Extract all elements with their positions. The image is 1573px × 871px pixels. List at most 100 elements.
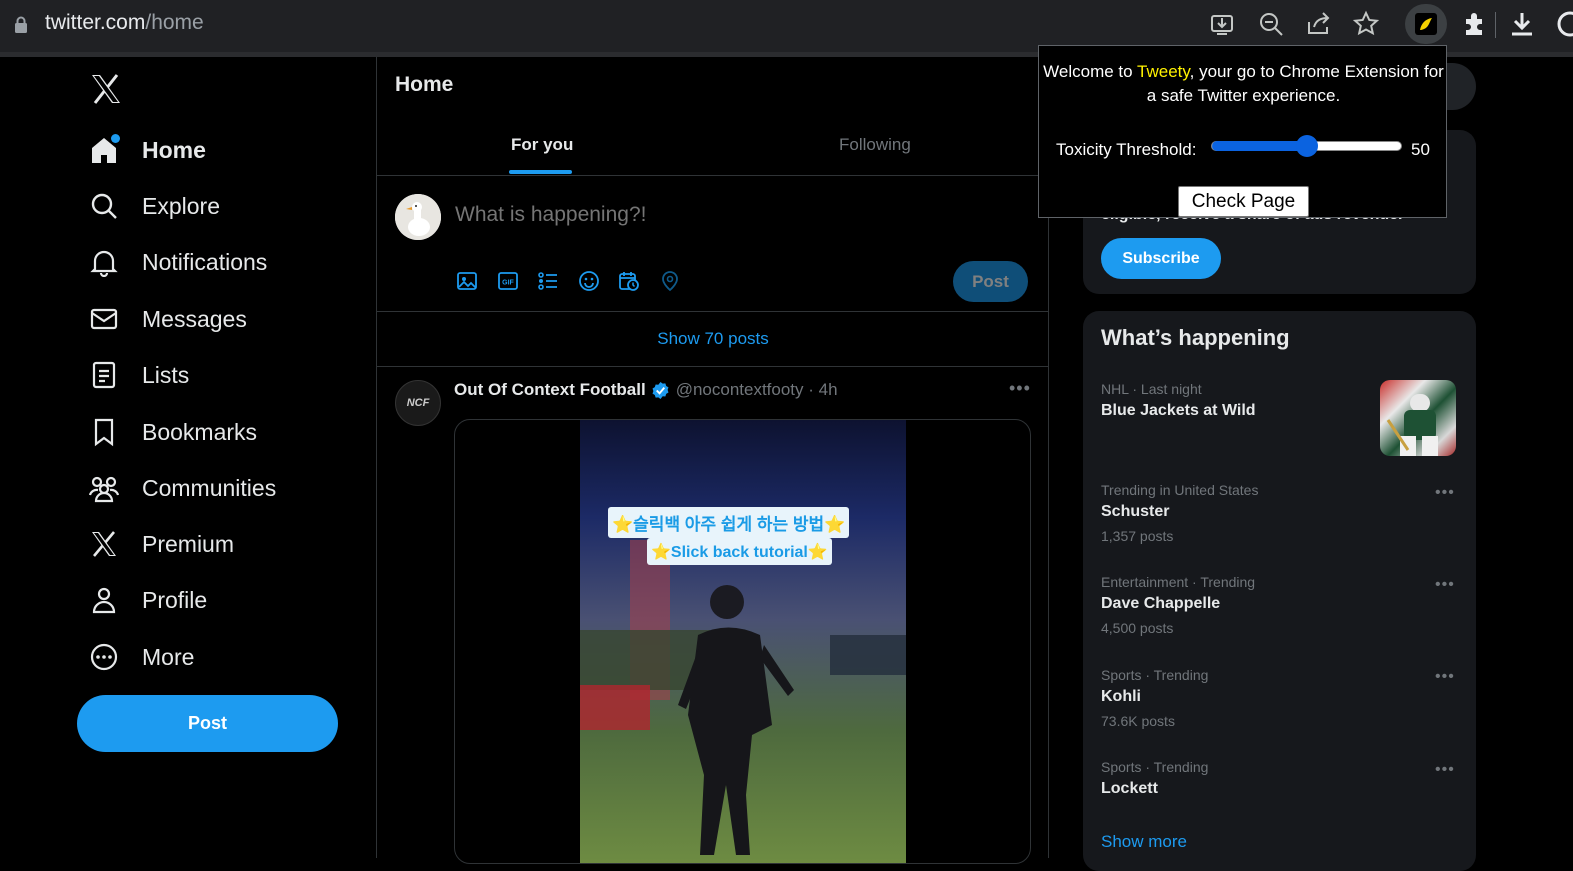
nav-label: Bookmarks [142, 418, 258, 445]
trend-meta: Sports · Trending [1101, 667, 1209, 683]
share-icon[interactable] [1305, 10, 1333, 38]
slider-thumb[interactable] [1295, 135, 1318, 157]
gif-icon[interactable]: GIF [497, 270, 519, 292]
bookmark-star-icon[interactable] [1352, 10, 1380, 38]
nav-label: Profile [142, 586, 208, 613]
welcome-text: Welcome to [1043, 62, 1138, 81]
tweety-extension-button[interactable] [1405, 4, 1447, 44]
bookmark-icon [88, 416, 120, 448]
trend-more-icon[interactable]: ••• [1435, 668, 1455, 686]
divider [377, 366, 1049, 367]
video-caption-korean: ⭐슬릭백 아주 쉽게 하는 방법⭐ [608, 507, 850, 538]
nav-messages[interactable]: Messages [88, 299, 247, 339]
trend-meta: Entertainment · Trending [1101, 574, 1256, 590]
tweet-avatar[interactable]: NCF [395, 380, 441, 426]
nav-notifications[interactable]: Notifications [88, 242, 267, 282]
media-icon[interactable] [456, 270, 478, 292]
nav-label: Notifications [142, 248, 268, 275]
nav-bookmarks[interactable]: Bookmarks [88, 412, 257, 452]
trend-item[interactable]: Trending in United States Schuster 1,357… [1101, 482, 1461, 544]
nav-lists[interactable]: Lists [88, 355, 189, 395]
nav-more[interactable]: More [88, 637, 194, 677]
compose-post-button[interactable]: Post [953, 261, 1028, 302]
tab-for-you[interactable]: For you [511, 135, 573, 155]
hockey-player-image [1386, 394, 1438, 456]
downloads-icon[interactable] [1508, 10, 1536, 38]
video-frame [580, 540, 906, 855]
trend-post-count: 1,357 posts [1101, 528, 1174, 544]
poll-icon[interactable] [537, 270, 559, 292]
show-more-link[interactable]: Show more [1101, 832, 1187, 852]
envelope-icon [88, 303, 120, 335]
toolbar-divider [1495, 12, 1496, 38]
tweet-media[interactable]: ⭐슬릭백 아주 쉽게 하는 방법⭐ ⭐Slick back tutorial⭐ [454, 419, 1031, 864]
people-icon [88, 472, 120, 504]
welcome-text-rest: , your go to Chrome Extension for a safe… [1146, 62, 1444, 105]
tweet-handle-time: @nocontextfooty · 4h [675, 380, 838, 399]
trend-item[interactable]: Entertainment · Trending Dave Chappelle … [1101, 574, 1461, 636]
tweet-more-icon[interactable]: ••• [1009, 378, 1031, 399]
check-page-button[interactable]: Check Page [1178, 186, 1309, 217]
trend-thumbnail[interactable] [1380, 380, 1456, 456]
slider-fill [1212, 141, 1307, 151]
url-path: /home [145, 11, 204, 34]
svg-text:GIF: GIF [502, 280, 514, 287]
nav-label: Premium [142, 530, 235, 557]
home-icon [88, 134, 120, 166]
trend-more-icon[interactable]: ••• [1435, 761, 1455, 779]
trend-item[interactable]: Sports · Trending Kohli 73.6K posts [1101, 667, 1461, 729]
address-bar[interactable]: twitter.com/home [45, 11, 204, 35]
nav-label: Home [142, 136, 206, 163]
nav-explore[interactable]: Explore [88, 186, 220, 226]
x-logo-icon[interactable] [90, 74, 122, 104]
video-caption-english: ⭐Slick back tutorial⭐ [647, 538, 832, 565]
emoji-icon[interactable] [578, 270, 600, 292]
person-icon [88, 584, 120, 616]
avatar[interactable] [395, 194, 441, 240]
nav-profile[interactable]: Profile [88, 580, 207, 620]
compose-input[interactable] [455, 203, 935, 227]
nav-label: Lists [142, 361, 190, 388]
search-icon [88, 190, 120, 222]
trend-item[interactable]: Sports · Trending Lockett [1101, 759, 1461, 798]
tweet-author-name[interactable]: Out Of Context Football [454, 380, 646, 400]
schedule-icon[interactable] [618, 270, 640, 292]
subscribe-button[interactable]: Subscribe [1101, 238, 1221, 279]
nav-communities[interactable]: Communities [88, 468, 276, 508]
url-host: twitter.com [45, 11, 146, 34]
location-icon[interactable] [659, 270, 681, 292]
list-icon [88, 359, 120, 391]
toxicity-threshold-slider[interactable] [1211, 135, 1402, 157]
brand-name: Tweety [1137, 62, 1190, 81]
chrome-menu-icon[interactable] [1556, 10, 1573, 38]
bell-icon [88, 246, 120, 278]
trend-more-icon[interactable]: ••• [1435, 484, 1455, 502]
post-button[interactable]: Post [77, 695, 338, 752]
trend-name: Schuster [1101, 503, 1170, 520]
trend-name: Lockett [1101, 780, 1158, 797]
trend-meta: Sports · Trending [1101, 759, 1209, 775]
tab-following[interactable]: Following [839, 135, 911, 155]
tweety-icon [1415, 13, 1437, 35]
tweety-extension-popup: Welcome to Tweety, your go to Chrome Ext… [1038, 45, 1447, 218]
main-timeline: Home For you Following GIF Post Show 70 … [376, 57, 1049, 864]
threshold-label: Toxicity Threshold: [1056, 140, 1197, 159]
trend-more-icon[interactable]: ••• [1435, 576, 1455, 594]
nav-premium[interactable]: Premium [88, 524, 234, 564]
x-logo-icon [88, 528, 120, 560]
trend-name: Dave Chappelle [1101, 595, 1221, 612]
page-title: Home [395, 73, 454, 96]
zoom-out-icon[interactable] [1257, 10, 1285, 38]
notification-dot [111, 134, 120, 143]
divider [377, 311, 1049, 312]
install-app-icon[interactable] [1208, 10, 1236, 38]
video-player[interactable]: ⭐슬릭백 아주 쉽게 하는 방법⭐ ⭐Slick back tutorial⭐ [580, 420, 906, 863]
show-new-posts-link[interactable]: Show 70 posts [377, 329, 1049, 349]
trend-name: Kohli [1101, 688, 1141, 705]
nav-label: Communities [142, 474, 277, 501]
active-tab-indicator [509, 170, 572, 174]
verified-badge-icon [652, 381, 669, 399]
extensions-puzzle-icon[interactable] [1460, 10, 1488, 38]
trend-meta: Trending in United States [1101, 482, 1259, 498]
nav-home[interactable]: Home [88, 130, 206, 170]
